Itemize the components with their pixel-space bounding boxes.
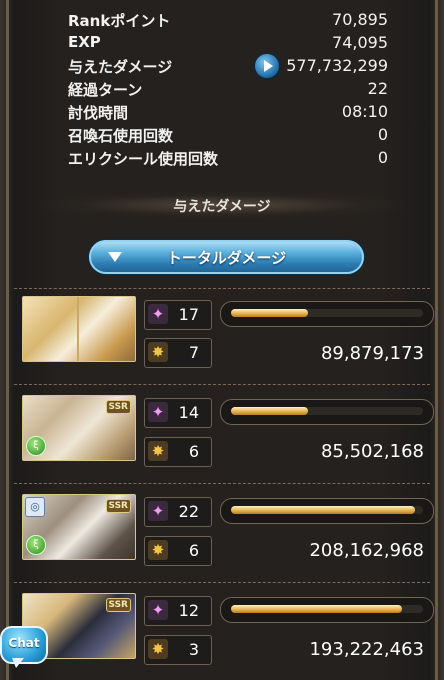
ougi-count-badge: ✦ 17 bbox=[144, 300, 212, 330]
ougi-count: 14 bbox=[178, 403, 199, 422]
ougi-count: 12 bbox=[178, 601, 199, 620]
dropdown-label: トータルダメージ bbox=[166, 249, 287, 267]
stat-summon-uses: 召喚石使用回数 0 bbox=[68, 125, 388, 147]
character-portrait[interactable]: SSR ξ bbox=[22, 395, 136, 461]
chat-bubble-tail bbox=[12, 658, 24, 668]
chain-count-badge: ✸ 7 bbox=[144, 338, 212, 368]
wind-element-icon: ξ bbox=[26, 436, 46, 456]
stat-value: 08:10 bbox=[341, 102, 388, 121]
ougi-count: 17 bbox=[178, 305, 199, 324]
ougi-count-badge: ✦ 12 bbox=[144, 596, 212, 626]
chain-burst-icon: ✸ bbox=[148, 540, 168, 560]
chain-burst-icon: ✸ bbox=[148, 639, 168, 659]
stat-exp: EXP 74,095 bbox=[68, 33, 388, 55]
damage-type-dropdown[interactable]: トータルダメージ bbox=[89, 240, 364, 274]
chat-button[interactable]: Chat bbox=[0, 626, 48, 664]
damage-share-bar bbox=[220, 301, 434, 327]
stat-value: 70,895 bbox=[332, 10, 388, 29]
ssr-badge: SSR bbox=[105, 598, 131, 612]
stat-value: 577,732,299 bbox=[286, 56, 388, 75]
stat-label: EXP bbox=[68, 33, 101, 51]
damage-value: 208,162,968 bbox=[309, 540, 424, 561]
stat-damage-dealt: 与えたダメージ 577,732,299 bbox=[68, 56, 388, 78]
stat-label: 経過ターン bbox=[68, 81, 143, 99]
section-title: 与えたダメージ bbox=[173, 199, 271, 215]
chain-count: 6 bbox=[188, 541, 199, 560]
panel-right-border bbox=[435, 0, 438, 680]
panel-left-border bbox=[6, 0, 9, 680]
sparkle-icon: ✦ bbox=[148, 501, 168, 521]
row-divider bbox=[14, 288, 430, 289]
damage-share-fill bbox=[231, 407, 308, 415]
ssr-badge: SSR bbox=[105, 400, 131, 414]
row-divider bbox=[14, 483, 430, 484]
chain-count-badge: ✸ 3 bbox=[144, 635, 212, 665]
sparkle-icon: ✦ bbox=[148, 304, 168, 324]
row-divider bbox=[14, 582, 430, 583]
damage-share-bar bbox=[220, 498, 434, 524]
damage-value: 85,502,168 bbox=[320, 441, 424, 462]
stat-rank-points: Rankポイント 70,895 bbox=[68, 10, 388, 32]
row-divider bbox=[14, 384, 430, 385]
chain-burst-icon: ✸ bbox=[148, 441, 168, 461]
stat-elixir-uses: エリクシール使用回数 0 bbox=[68, 148, 388, 170]
stat-label: 召喚石使用回数 bbox=[68, 127, 174, 145]
ougi-count-badge: ✦ 14 bbox=[144, 398, 212, 428]
ring-icon: ◎ bbox=[25, 497, 45, 517]
stat-value: 0 bbox=[377, 125, 388, 144]
ssr-badge: SSR bbox=[105, 499, 131, 513]
chat-label: Chat bbox=[8, 636, 40, 650]
sparkle-icon: ✦ bbox=[148, 600, 168, 620]
damage-share-bar bbox=[220, 597, 434, 623]
stat-battle-time: 討伐時間 08:10 bbox=[68, 102, 388, 124]
stat-value: 0 bbox=[377, 148, 388, 167]
damage-share-fill bbox=[231, 309, 308, 317]
character-portrait[interactable]: ◎ SSR ξ bbox=[22, 494, 136, 560]
chain-count: 3 bbox=[188, 640, 199, 659]
chain-burst-icon: ✸ bbox=[148, 342, 168, 362]
portrait-divider bbox=[77, 297, 79, 361]
stat-label: Rankポイント bbox=[68, 12, 171, 30]
stat-label: 討伐時間 bbox=[68, 104, 129, 122]
play-icon[interactable] bbox=[255, 54, 279, 78]
chain-count: 7 bbox=[188, 343, 199, 362]
stat-label: 与えたダメージ bbox=[68, 58, 173, 76]
stat-label: エリクシール使用回数 bbox=[68, 150, 219, 168]
ougi-count-badge: ✦ 22 bbox=[144, 497, 212, 527]
damage-share-fill bbox=[231, 506, 416, 514]
damage-value: 89,879,173 bbox=[320, 343, 424, 364]
damage-value: 193,222,463 bbox=[309, 639, 424, 660]
damage-share-fill bbox=[231, 605, 402, 613]
chain-count: 6 bbox=[188, 442, 199, 461]
ougi-count: 22 bbox=[178, 502, 199, 521]
chain-count-badge: ✸ 6 bbox=[144, 536, 212, 566]
wind-element-icon: ξ bbox=[26, 535, 46, 555]
stat-value: 74,095 bbox=[332, 33, 388, 52]
stat-value: 22 bbox=[367, 79, 388, 98]
sparkle-icon: ✦ bbox=[148, 402, 168, 422]
chain-count-badge: ✸ 6 bbox=[144, 437, 212, 467]
character-portrait[interactable] bbox=[22, 296, 136, 362]
damage-share-bar bbox=[220, 399, 434, 425]
stat-elapsed-turns: 経過ターン 22 bbox=[68, 79, 388, 101]
